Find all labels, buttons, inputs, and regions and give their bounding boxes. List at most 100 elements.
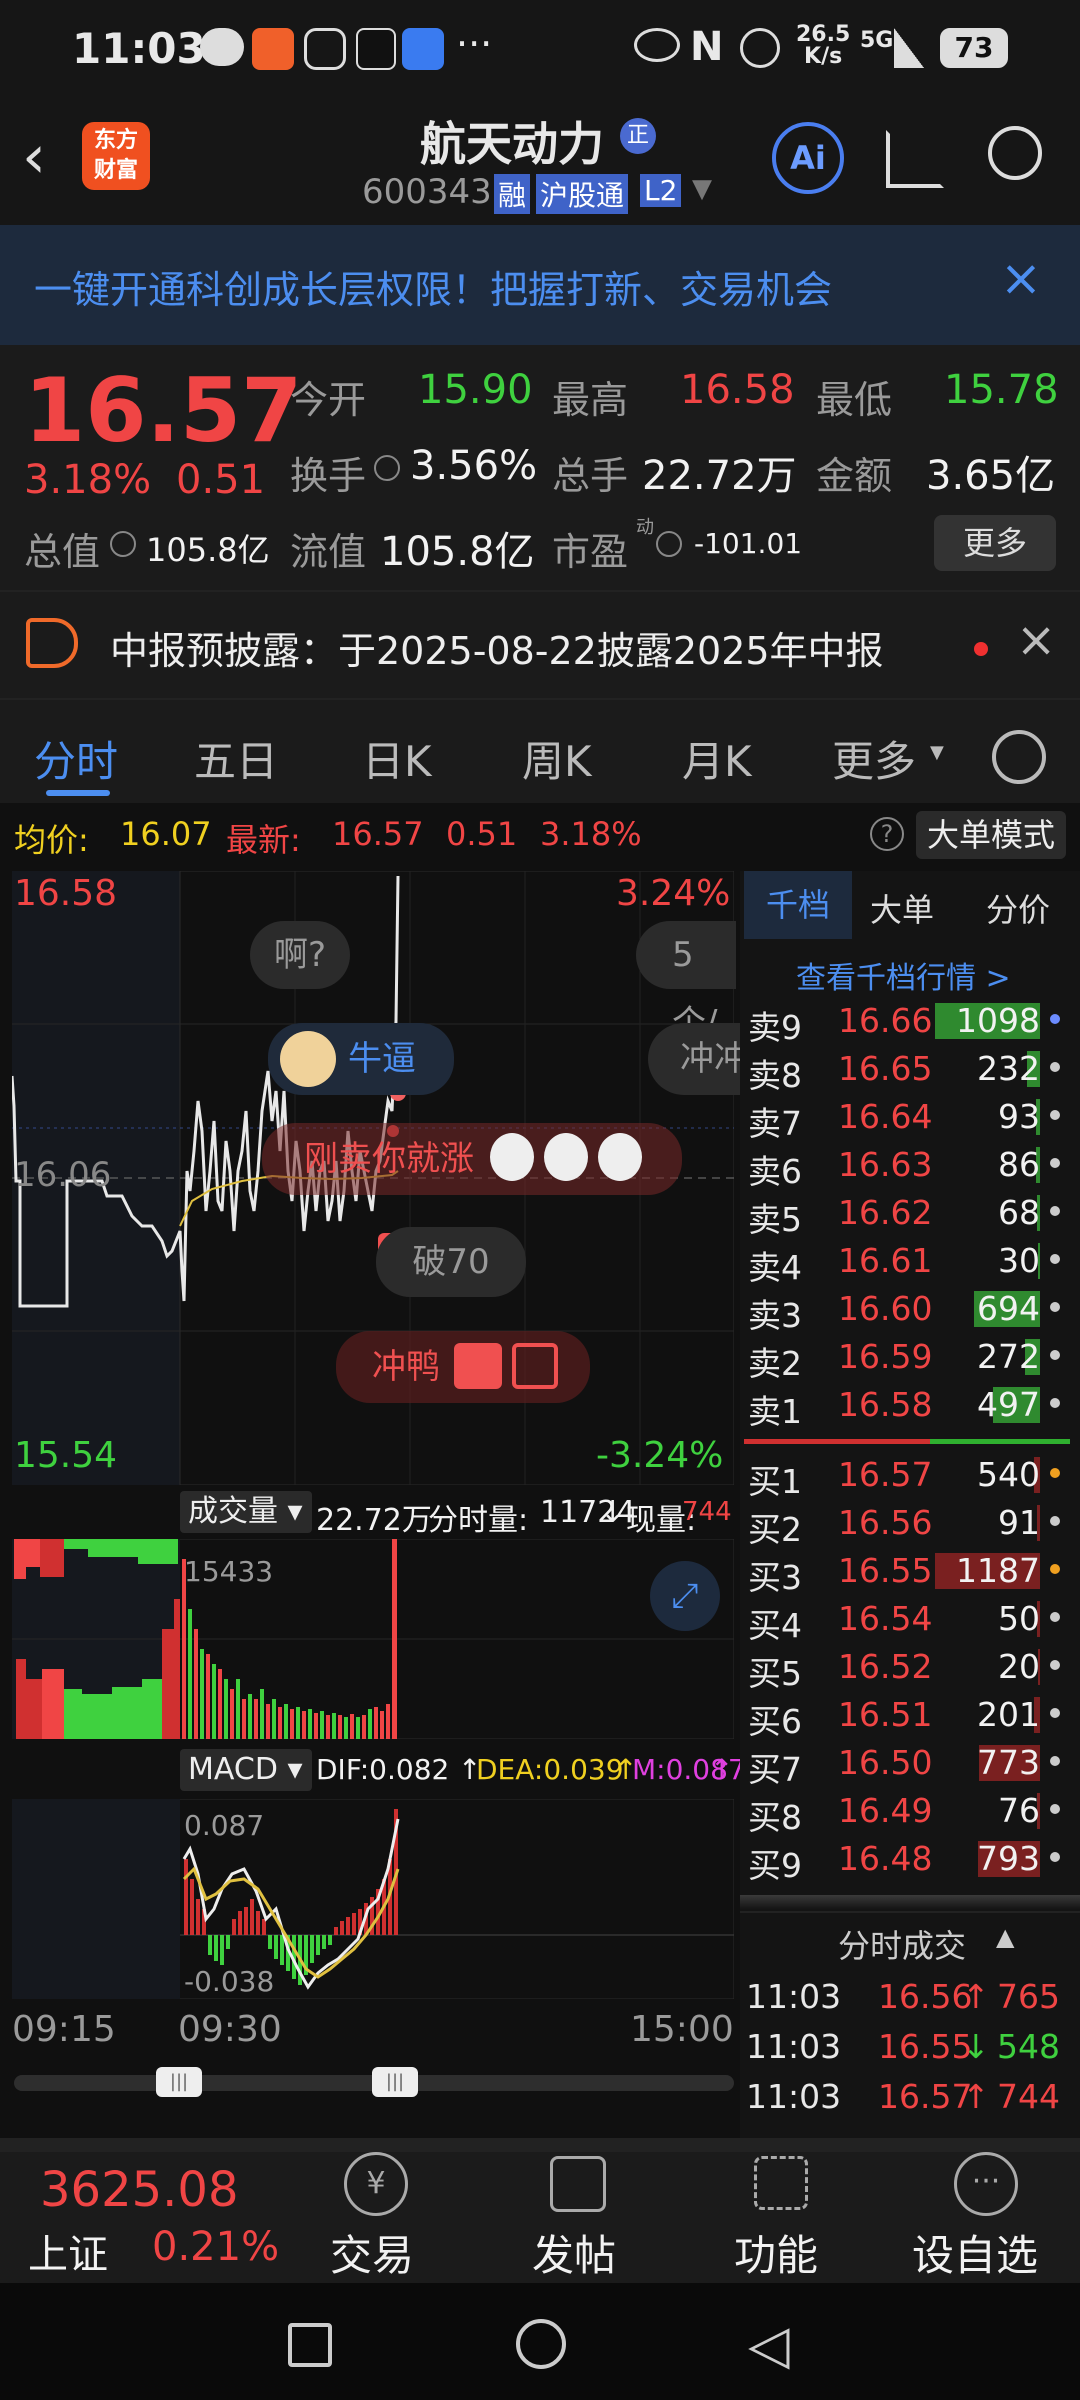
tag-rong: 融 — [494, 174, 531, 214]
search-icon[interactable] — [988, 126, 1042, 180]
tab-price-dist[interactable]: 分价 — [986, 885, 1050, 931]
tab-monthly-k[interactable]: 月K — [682, 728, 752, 789]
amount-value: 3.65亿 — [926, 453, 1056, 499]
recents-icon[interactable] — [288, 2323, 332, 2367]
trade-ticker[interactable]: 分时成交 ▲ 11:03 16.56 ↑ 765 11:03 16.55 ↓ 548 11:03… — [740, 1911, 1080, 2138]
big-order-mode-button[interactable]: 大单模式 — [916, 811, 1066, 859]
ask-row[interactable]: 卖4 16.61 30 — [740, 1237, 1070, 1287]
bid-price: 16.56 — [838, 1503, 933, 1542]
tab-five-day[interactable]: 五日 — [194, 728, 278, 789]
range-slider-handle-left[interactable]: ||| — [156, 2067, 202, 2097]
ask-row[interactable]: 卖5 16.62 68 — [740, 1189, 1070, 1239]
status-bar: 11:03 ··· N 26.5 K/s 5G 73 — [0, 0, 1080, 100]
promo-banner[interactable]: 一键开通科创成长层权限！把握打新、交易机会 × — [0, 225, 1080, 345]
emoji-icon — [490, 1133, 534, 1181]
bid-row[interactable]: 买9 16.48 793 — [740, 1835, 1070, 1885]
bid-row[interactable]: 买2 16.56 91 — [740, 1499, 1070, 1549]
volume-indicator-select[interactable]: 成交量 ▾ — [180, 1491, 312, 1533]
close-icon[interactable]: × — [1000, 249, 1042, 307]
tab-depth[interactable]: 千档 — [744, 871, 852, 939]
bid-row[interactable]: 买3 16.55 1187 — [740, 1547, 1070, 1597]
help-icon[interactable]: ? — [870, 817, 904, 851]
danmu-comment[interactable]: 冲冲 — [648, 1023, 748, 1095]
nav-post[interactable]: 发帖 — [512, 2152, 642, 2283]
macd-chart[interactable] — [12, 1799, 734, 1999]
volume-chart[interactable] — [12, 1539, 734, 1739]
nav-functions[interactable]: 功能 — [714, 2152, 844, 2283]
ask-row[interactable]: 卖6 16.63 86 — [740, 1141, 1070, 1191]
trade-list: 11:03 16.56 ↑ 765 11:03 16.55 ↓ 548 11:03 16.57 ↑ 7… — [740, 1973, 1080, 2133]
bid-price: 16.50 — [838, 1743, 933, 1782]
bid-row[interactable]: 买6 16.51 201 — [740, 1691, 1070, 1741]
collapsed-quote-strip — [0, 2138, 1080, 2152]
ask-row[interactable]: 卖7 16.64 93 — [740, 1093, 1070, 1143]
tag-l2: L2 — [640, 174, 682, 207]
pe-label: 市盈 — [552, 530, 629, 574]
ask-price: 16.63 — [838, 1145, 933, 1184]
ask-list: 卖9 16.66 1098 卖8 16.65 232 卖7 16.64 93 卖6 16.63 86 卖… — [740, 997, 1080, 1437]
info-icon[interactable] — [374, 455, 400, 481]
app-logo[interactable]: 东方 财富 — [82, 122, 150, 190]
danmu-comment[interactable]: 啊? — [250, 921, 350, 989]
bottom-nav: 3625.08 上证 0.21% ¥ 交易 发帖 功能 ··· 设自选 — [0, 2138, 1080, 2283]
edit-icon — [550, 2156, 606, 2212]
promo-text[interactable]: 一键开通科创成长层权限！把握打新、交易机会 — [34, 259, 832, 314]
home-icon[interactable] — [516, 2319, 566, 2369]
notice-bar[interactable]: 中报预披露：于2025-08-22披露2025年中报 × — [0, 590, 1080, 698]
trade-row: 11:03 16.55 ↓ 548 — [740, 2023, 1070, 2073]
ask-marker-dot — [1050, 1014, 1060, 1024]
stock-code: 600343 — [362, 172, 492, 212]
danmu-comment[interactable]: 破70 — [376, 1227, 526, 1297]
chevron-up-icon[interactable]: ▲ — [996, 1923, 1014, 1951]
ask-row[interactable]: 卖1 16.58 497 — [740, 1381, 1070, 1431]
alarm-icon — [740, 28, 780, 68]
info-icon[interactable] — [110, 531, 136, 557]
danmu-comment[interactable]: 5个/ — [636, 921, 736, 1043]
bid-row[interactable]: 买7 16.50 773 — [740, 1739, 1070, 1789]
bid-row[interactable]: 买8 16.49 76 — [740, 1787, 1070, 1837]
more-button[interactable]: 更多 — [934, 515, 1056, 571]
ask-row[interactable]: 卖2 16.59 272 — [740, 1333, 1070, 1383]
ask-marker-dot — [1050, 1062, 1060, 1072]
chevron-down-icon[interactable]: ▼ — [692, 174, 712, 204]
current-volume: 744 — [682, 1497, 732, 1527]
bid-marker-dot — [1050, 1516, 1060, 1526]
notice-text[interactable]: 中报预披露：于2025-08-22披露2025年中报 — [110, 620, 884, 675]
ask-row[interactable]: 卖8 16.65 232 — [740, 1045, 1070, 1095]
notification-app-icon — [252, 28, 294, 70]
tab-more[interactable]: 更多 — [832, 728, 916, 789]
bid-row[interactable]: 买4 16.54 50 — [740, 1595, 1070, 1645]
range-slider-handle-right[interactable]: ||| — [372, 2067, 418, 2097]
macd-min-label: -0.038 — [184, 1965, 275, 1998]
last-price: 16.57 — [24, 359, 303, 462]
ask-marker-dot — [1050, 1302, 1060, 1312]
bid-price: 16.55 — [838, 1551, 933, 1590]
notification-app-icon — [304, 28, 346, 70]
share-icon[interactable] — [886, 130, 944, 188]
ask-volume: 1098 — [956, 1001, 1040, 1040]
tab-weekly-k[interactable]: 周K — [522, 728, 592, 789]
gear-icon[interactable] — [992, 730, 1046, 784]
back-nav-icon[interactable]: ◁ — [748, 2313, 790, 2376]
macd-indicator-select[interactable]: MACD ▾ — [180, 1749, 312, 1791]
close-icon[interactable]: × — [1016, 612, 1056, 668]
tab-intraday[interactable]: 分时 — [34, 728, 118, 789]
nav-trade[interactable]: ¥ 交易 — [310, 2152, 440, 2283]
tab-daily-k[interactable]: 日K — [362, 728, 432, 789]
ai-button[interactable]: Ai — [772, 122, 844, 194]
index-ticker[interactable]: 3625.08 上证 0.21% — [0, 2152, 290, 2283]
bid-row[interactable]: 买1 16.57 540 — [740, 1451, 1070, 1501]
bid-level-label: 买6 — [748, 1702, 802, 1741]
ask-row[interactable]: 卖3 16.60 694 — [740, 1285, 1070, 1335]
volume-total: 22.72万 — [316, 1503, 432, 1538]
ask-row[interactable]: 卖9 16.66 1098 — [740, 997, 1070, 1047]
bid-row[interactable]: 买5 16.52 20 — [740, 1643, 1070, 1693]
trend-up-icon — [454, 1343, 502, 1389]
nav-add-watchlist[interactable]: ··· 设自选 — [900, 2152, 1070, 2283]
expand-icon[interactable]: ⤢ — [650, 1561, 720, 1631]
tab-big-order[interactable]: 大单 — [870, 885, 934, 931]
macd-max-label: 0.087 — [184, 1809, 265, 1842]
info-icon[interactable] — [656, 531, 682, 557]
back-icon[interactable]: ‹ — [22, 122, 46, 192]
depth-link[interactable]: 查看千档行情 > — [796, 953, 1011, 997]
